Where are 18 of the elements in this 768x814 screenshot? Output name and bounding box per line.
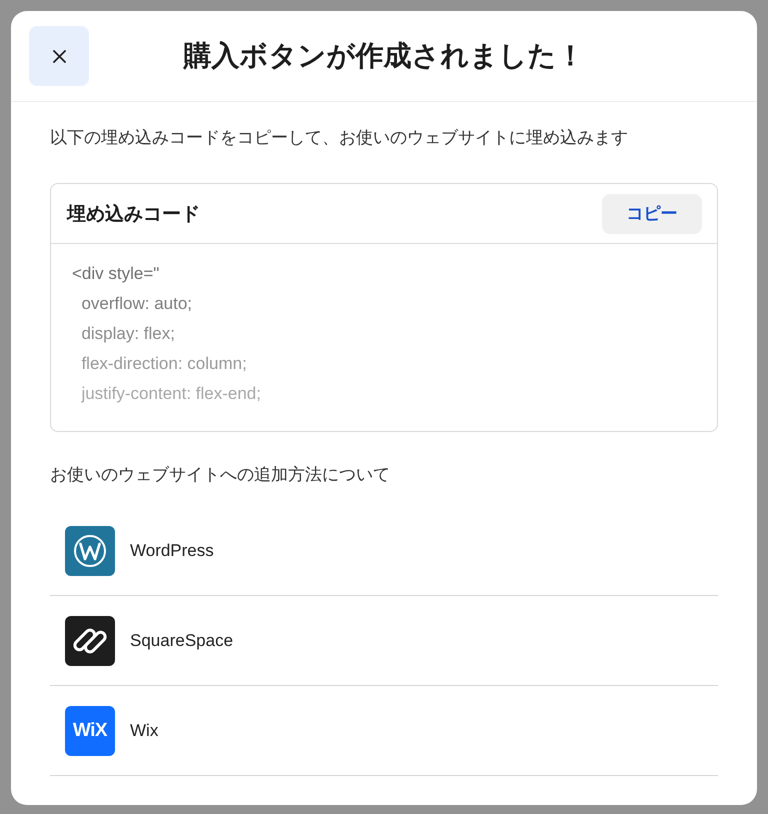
platform-link[interactable]: WordPress (130, 540, 214, 560)
platform-link[interactable]: Wix (130, 720, 158, 740)
code-line: overflow: auto; (80, 293, 192, 315)
embed-code-title: 埋め込みコード (67, 202, 200, 226)
platform-link[interactable]: SquareSpace (130, 630, 234, 650)
copy-button[interactable]: コピー (602, 194, 702, 234)
code-line: flex-direction: column; (80, 353, 247, 375)
close-button[interactable] (29, 26, 89, 86)
code-line: justify-content: flex-end; (80, 383, 261, 405)
squarespace-logo-icon (65, 616, 115, 666)
wordpress-logo-icon (65, 526, 115, 576)
code-line: <div style=" (72, 263, 160, 285)
dialog-title: 購入ボタンが作成されました！ (184, 39, 584, 73)
section-heading: お使いのウェブサイトへの追加方法について (50, 464, 390, 486)
wix-logo: WiX (65, 706, 115, 756)
instructions-text: 以下の埋め込みコードをコピーして、お使いのウェブサイトに埋め込みます (50, 127, 628, 149)
close-icon (52, 50, 66, 62)
code-line: display: flex; (80, 323, 175, 345)
